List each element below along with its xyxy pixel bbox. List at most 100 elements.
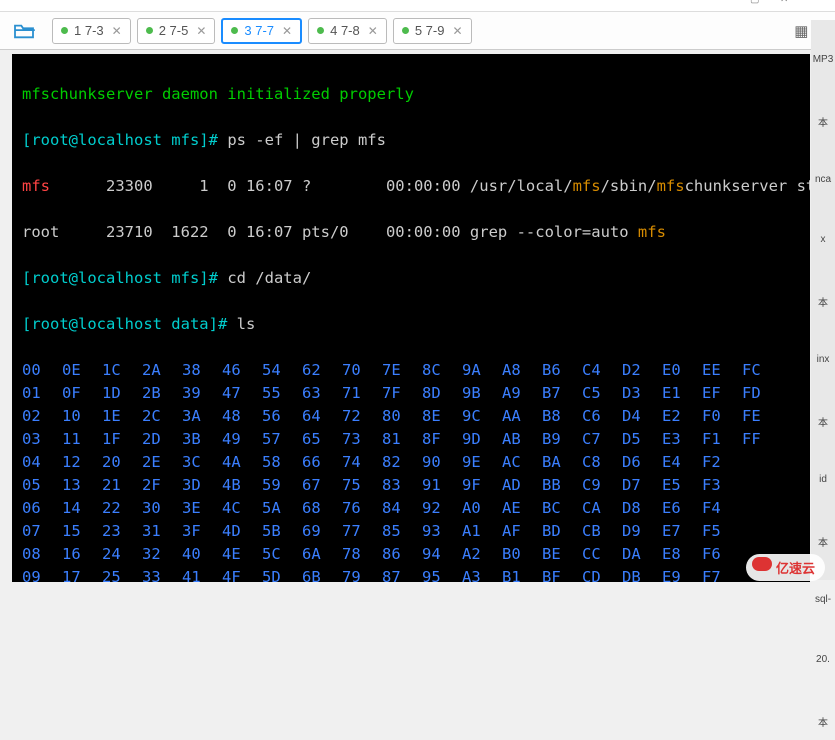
desktop-shortcut[interactable]: 本 bbox=[811, 680, 835, 740]
directory-entry: 4D bbox=[222, 520, 262, 543]
tab-close-icon[interactable]: ✕ bbox=[368, 24, 378, 38]
desktop-shortcut[interactable]: 本 bbox=[811, 260, 835, 320]
directory-entry: 9E bbox=[462, 451, 502, 474]
directory-entry: 00 bbox=[22, 359, 62, 382]
desktop-shortcut[interactable]: MP3 bbox=[811, 20, 835, 80]
directory-entry: 73 bbox=[342, 428, 382, 451]
session-tab[interactable]: 5 7-9 ✕ bbox=[393, 18, 472, 44]
directory-entry: 74 bbox=[342, 451, 382, 474]
directory-entry: 2B bbox=[142, 382, 182, 405]
directory-entry: FD bbox=[742, 382, 782, 405]
tab-close-icon[interactable]: ✕ bbox=[196, 24, 206, 38]
directory-entry: E8 bbox=[662, 543, 702, 566]
window-close-button[interactable]: ✕ bbox=[780, 0, 810, 6]
directory-entry: D5 bbox=[622, 428, 662, 451]
desktop-shortcut[interactable]: 本 bbox=[811, 80, 835, 140]
directory-entry: 57 bbox=[262, 428, 302, 451]
session-tab[interactable]: 4 7-8✕ bbox=[308, 18, 387, 44]
directory-entry: 49 bbox=[222, 428, 262, 451]
directory-entry: A9 bbox=[502, 382, 542, 405]
folder-open-icon bbox=[13, 22, 35, 40]
directory-entry: E0 bbox=[662, 359, 702, 382]
directory-entry: FF bbox=[742, 428, 782, 451]
shell-command: ls bbox=[237, 315, 256, 333]
directory-entry: 3A bbox=[182, 405, 222, 428]
directory-entry: 10 bbox=[62, 405, 102, 428]
directory-entry: 86 bbox=[382, 543, 422, 566]
directory-entry: 11 bbox=[62, 428, 102, 451]
tab-close-icon[interactable]: ✕ bbox=[452, 24, 462, 38]
session-tab[interactable]: 1 7-3 ✕ bbox=[52, 18, 131, 44]
shell-prompt: [root@localhost mfs]# bbox=[22, 269, 227, 287]
directory-entry: E2 bbox=[662, 405, 702, 428]
directory-entry: 20 bbox=[102, 451, 142, 474]
directory-entry: 8D bbox=[422, 382, 462, 405]
directory-entry: 1F bbox=[102, 428, 142, 451]
directory-entry: 69 bbox=[302, 520, 342, 543]
directory-entry: 2D bbox=[142, 428, 182, 451]
directory-entry: 8F bbox=[422, 428, 462, 451]
directory-entry: 2F bbox=[142, 474, 182, 497]
status-dot-icon bbox=[61, 27, 68, 34]
directory-entry: 8C bbox=[422, 359, 462, 382]
directory-entry: 92 bbox=[422, 497, 462, 520]
directory-entry: F1 bbox=[702, 428, 742, 451]
directory-entry: 1C bbox=[102, 359, 142, 382]
directory-entry: 66 bbox=[302, 451, 342, 474]
directory-entry: BE bbox=[542, 543, 582, 566]
directory-entry: 94 bbox=[422, 543, 462, 566]
ps-cols: 23300 1 0 16:07 ? 00:00:00 /usr/local/ bbox=[50, 177, 573, 195]
directory-entry: 06 bbox=[22, 497, 62, 520]
grid-view-icon[interactable]: ▦ bbox=[794, 22, 808, 40]
directory-entry: F5 bbox=[702, 520, 742, 543]
desktop-shortcut[interactable]: x bbox=[811, 200, 835, 260]
tab-close-icon[interactable]: ✕ bbox=[282, 24, 292, 38]
directory-entry: 90 bbox=[422, 451, 462, 474]
tab-label: 5 7-9 bbox=[415, 23, 445, 38]
session-tab[interactable]: 3 7-7✕ bbox=[221, 18, 302, 44]
directory-entry: 79 bbox=[342, 566, 382, 582]
directory-entry: 85 bbox=[382, 520, 422, 543]
window-maximize-button[interactable]: ▢ bbox=[750, 0, 780, 6]
directory-entry: 46 bbox=[222, 359, 262, 382]
ps-line2: root 23710 1622 0 16:07 pts/0 00:00:00 g… bbox=[22, 223, 638, 241]
directory-entry: 77 bbox=[342, 520, 382, 543]
session-tab[interactable]: 2 7-5✕ bbox=[137, 18, 216, 44]
desktop-shortcut[interactable]: 本 bbox=[811, 380, 835, 440]
directory-entry: 7E bbox=[382, 359, 422, 382]
tab-label: 1 7-3 bbox=[74, 23, 104, 38]
tab-close-icon[interactable]: ✕ bbox=[112, 24, 122, 38]
directory-entry: 47 bbox=[222, 382, 262, 405]
directory-entry: AE bbox=[502, 497, 542, 520]
directory-entry: C5 bbox=[582, 382, 622, 405]
directory-entry: 33 bbox=[142, 566, 182, 582]
directory-entry: 75 bbox=[342, 474, 382, 497]
directory-entry: AB bbox=[502, 428, 542, 451]
desktop-shortcut[interactable]: id bbox=[811, 440, 835, 500]
directory-entry: 93 bbox=[422, 520, 462, 543]
directory-entry: CB bbox=[582, 520, 622, 543]
directory-entry: AC bbox=[502, 451, 542, 474]
directory-entry: A2 bbox=[462, 543, 502, 566]
directory-entry: 07 bbox=[22, 520, 62, 543]
terminal-output[interactable]: mfschunkserver daemon initialized proper… bbox=[12, 54, 810, 582]
directory-entry: F2 bbox=[702, 451, 742, 474]
directory-entry: 9B bbox=[462, 382, 502, 405]
directory-entry: 64 bbox=[302, 405, 342, 428]
desktop-shortcut[interactable]: inx bbox=[811, 320, 835, 380]
desktop-shortcut[interactable]: 20. bbox=[811, 620, 835, 680]
directory-entry: F7 bbox=[702, 566, 742, 582]
directory-entry: 9C bbox=[462, 405, 502, 428]
directory-entry: 3E bbox=[182, 497, 222, 520]
directory-entry: 38 bbox=[182, 359, 222, 382]
open-folder-button[interactable] bbox=[10, 20, 38, 42]
status-dot-icon bbox=[402, 27, 409, 34]
directory-entry: E5 bbox=[662, 474, 702, 497]
directory-entry: 17 bbox=[62, 566, 102, 582]
directory-entry: DA bbox=[622, 543, 662, 566]
directory-entry: D3 bbox=[622, 382, 662, 405]
desktop-shortcut[interactable]: nca bbox=[811, 140, 835, 200]
directory-entry: 5D bbox=[262, 566, 302, 582]
directory-entry: E7 bbox=[662, 520, 702, 543]
desktop-shortcut[interactable]: 本 bbox=[811, 500, 835, 560]
